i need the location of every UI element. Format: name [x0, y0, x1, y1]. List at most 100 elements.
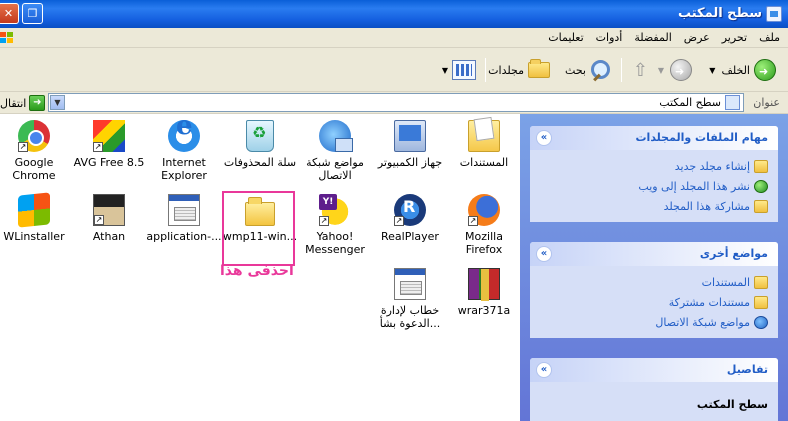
shortcut-arrow-icon: ↗ — [18, 142, 28, 152]
folders-button[interactable]: مجلدات — [488, 56, 550, 84]
menu-edit[interactable]: تحرير — [722, 31, 747, 44]
go-button[interactable]: ➜ انتقال — [0, 94, 46, 112]
menu-bar: ملف تحرير عرض المفضلة أدوات تعليمات — [0, 28, 788, 48]
views-dropdown-icon: ▼ — [441, 65, 448, 75]
panel-other-places: مواضع أخرى « المستندات مستندات مشتركة مو… — [530, 242, 778, 338]
menu-help[interactable]: تعليمات — [548, 31, 583, 44]
icon-label: AVG Free 8.5 — [73, 156, 145, 169]
panel-title: تفاصيل — [726, 363, 768, 376]
documents-folder-icon — [754, 275, 768, 289]
recycle-bin-icon — [246, 120, 274, 152]
address-dropdown-icon[interactable]: ▼ — [50, 95, 65, 110]
up-button[interactable]: ⇧ — [633, 56, 648, 84]
place-my-documents[interactable]: المستندات — [536, 272, 768, 292]
icon-label: سلة المحذوفات — [223, 156, 297, 169]
task-label: مشاركة هذا المجلد — [663, 199, 750, 213]
place-network-places[interactable]: مواضع شبكة الاتصال — [536, 312, 768, 332]
folders-label: مجلدات — [488, 63, 524, 77]
search-label: بحث — [565, 63, 586, 77]
menu-file[interactable]: ملف — [759, 31, 780, 44]
collapse-icon[interactable]: « — [536, 362, 552, 378]
desktop-item-firefox[interactable]: ↗ Mozilla Firefox — [446, 194, 522, 256]
task-new-folder[interactable]: إنشاء مجلد جديد — [536, 156, 768, 176]
new-folder-icon — [754, 159, 768, 173]
icon-label: جهاز الكمبيوتر — [377, 156, 443, 169]
network-icon — [319, 120, 353, 152]
desktop-item-chrome[interactable]: ↗ Google Chrome — [0, 120, 72, 182]
icon-label: RealPlayer — [381, 230, 439, 243]
realplayer-icon: ↗ — [394, 194, 426, 226]
document-icon — [394, 268, 426, 300]
desktop-item-internet-explorer[interactable]: Internet Explorer — [146, 120, 222, 182]
windows-flag-icon — [0, 32, 13, 43]
task-label: نشر هذا المجلد إلى ويب — [638, 179, 750, 193]
place-shared-documents[interactable]: مستندات مشتركة — [536, 292, 768, 312]
details-name: سطح المكتب — [696, 398, 768, 411]
address-input[interactable]: سطح المكتب ▼ — [48, 93, 744, 112]
share-folder-icon — [754, 199, 768, 213]
athan-icon: ↗ — [93, 194, 125, 226]
icon-label: application-... — [146, 230, 222, 243]
desktop-item-avg[interactable]: ↗ AVG Free 8.5 — [71, 120, 147, 169]
toolbar-separator — [621, 58, 622, 82]
forward-button[interactable]: ➜ ▼ — [658, 56, 692, 84]
restore-button[interactable]: ❐ — [22, 3, 43, 24]
chrome-icon: ↗ — [18, 120, 50, 152]
icon-label: مواضع شبكة الاتصال — [306, 156, 364, 182]
task-label: إنشاء مجلد جديد — [674, 159, 750, 173]
menu-favorites[interactable]: المفضلة — [634, 31, 671, 44]
yahoo-icon: ↗ — [319, 194, 351, 226]
desktop-item-my-documents[interactable]: المستندات — [446, 120, 522, 169]
desktop-item-letter-document[interactable]: خطاب لإدارة الدعوة بشأ... — [372, 268, 448, 330]
menu-tools[interactable]: أدوات — [596, 31, 623, 44]
icon-label: wrar371a — [457, 304, 511, 317]
views-button[interactable]: ▼ — [442, 56, 476, 84]
windows-icon — [18, 192, 50, 228]
desktop-item-my-computer[interactable]: جهاز الكمبيوتر — [372, 120, 448, 169]
icon-label: المستندات — [459, 156, 509, 169]
desktop-icon — [725, 95, 740, 110]
menu-view[interactable]: عرض — [684, 31, 710, 44]
desktop-item-application[interactable]: application-... — [146, 194, 222, 243]
back-label: الخلف — [721, 63, 750, 77]
forward-dropdown-icon[interactable]: ▼ — [658, 66, 664, 75]
task-publish-web[interactable]: نشر هذا المجلد إلى ويب — [536, 176, 768, 196]
desktop-item-realplayer[interactable]: ↗ RealPlayer — [372, 194, 448, 243]
back-button[interactable]: ➜ الخلف ▼ — [709, 56, 776, 84]
icon-label: Athan — [92, 230, 126, 243]
highlight-box — [222, 191, 295, 266]
title-bar[interactable]: ✕ ❐ سطح المكتب — [0, 0, 788, 28]
network-icon — [754, 315, 768, 329]
desktop-item-network-places[interactable]: مواضع شبكة الاتصال — [297, 120, 373, 182]
place-label: مواضع شبكة الاتصال — [655, 315, 750, 329]
search-button[interactable]: بحث — [565, 56, 612, 84]
icon-label: خطاب لإدارة الدعوة بشأ... — [379, 304, 441, 330]
shortcut-arrow-icon: ↗ — [468, 216, 478, 226]
window-title: سطح المكتب — [677, 6, 762, 21]
icon-label: WLinstaller — [3, 230, 65, 243]
folders-icon — [528, 59, 550, 78]
desktop-item-athan[interactable]: ↗ Athan — [71, 194, 147, 243]
panel-header[interactable]: مواضع أخرى « — [530, 242, 778, 266]
panel-header[interactable]: تفاصيل « — [530, 358, 778, 382]
annotation-text: احذفى هذا — [220, 263, 294, 279]
back-arrow-icon: ➜ — [754, 59, 776, 81]
computer-icon — [394, 120, 426, 152]
collapse-icon[interactable]: « — [536, 246, 552, 262]
desktop-item-recycle-bin[interactable]: سلة المحذوفات — [222, 120, 298, 169]
go-arrow-icon: ➜ — [29, 95, 46, 111]
desktop-item-winrar[interactable]: wrar371a — [446, 268, 522, 317]
shortcut-arrow-icon: ↗ — [394, 216, 404, 226]
panel-header[interactable]: مهام الملفات والمجلدات « — [530, 126, 778, 150]
task-pane: مهام الملفات والمجلدات « إنشاء مجلد جديد… — [520, 114, 788, 421]
close-button[interactable]: ✕ — [0, 3, 19, 24]
icon-label: Internet Explorer — [161, 156, 207, 182]
desktop-item-wlinstaller[interactable]: WLinstaller — [0, 192, 72, 243]
desktop-folder-icon — [766, 6, 782, 22]
desktop-item-yahoo-messenger[interactable]: ↗ Yahoo! Messenger — [297, 194, 373, 256]
task-share-folder[interactable]: مشاركة هذا المجلد — [536, 196, 768, 216]
back-dropdown-icon[interactable]: ▼ — [709, 66, 715, 75]
panel-file-tasks: مهام الملفات والمجلدات « إنشاء مجلد جديد… — [530, 126, 778, 222]
collapse-icon[interactable]: « — [536, 130, 552, 146]
views-icon — [452, 60, 476, 80]
